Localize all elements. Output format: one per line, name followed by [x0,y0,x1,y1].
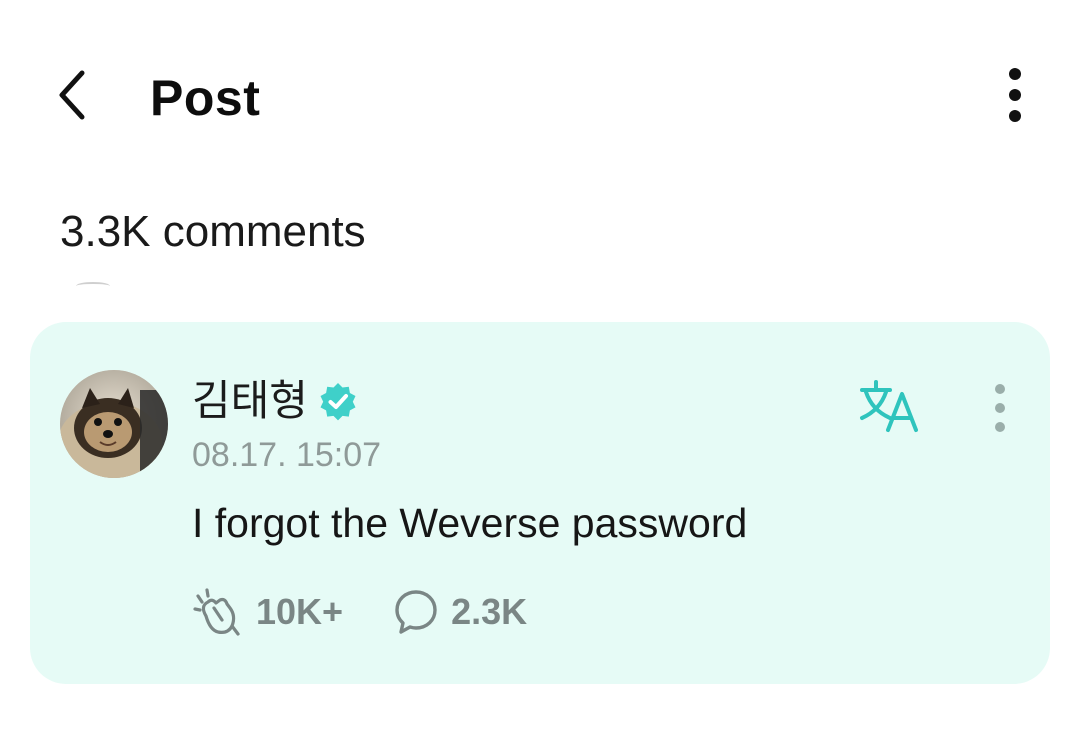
avatar-dog-photo [60,370,168,478]
comments-count: 3.3K comments [60,207,366,256]
avatar[interactable] [60,370,168,478]
translate-icon [860,380,918,432]
more-options-button[interactable] [992,62,1038,128]
post-timestamp: 08.17. 15:07 [192,436,382,474]
comment-bubble-icon [395,590,437,634]
more-vertical-icon [995,384,1005,432]
chevron-left-icon [59,70,85,120]
comment-card[interactable]: 김태형 08.17. 15:07 I forgot the Weverse pa… [30,322,1050,684]
comment-more-button[interactable] [982,380,1018,436]
reply-count: 2.3K [451,591,528,632]
reply-button[interactable]: 2.3K [393,588,527,636]
applause-icon [193,588,240,636]
comment-actions: 10K+ 2.3K [192,586,577,638]
comment-body: I forgot the Weverse password [192,500,748,546]
reaction-count: 10K+ [256,591,344,632]
more-vertical-icon [1009,68,1021,122]
verified-badge-icon [318,381,358,421]
reaction-button[interactable]: 10K+ [192,586,343,638]
author-name[interactable]: 김태형 [192,374,308,428]
post-screen: Post 3.3K comments 김태형 08.17. 15:07 I fo… [0,0,1080,756]
scroll-indicator [76,282,110,290]
translate-button[interactable] [858,378,922,434]
author-row: 김태형 [192,374,358,428]
back-button[interactable] [44,62,100,128]
page-title: Post [150,70,261,126]
